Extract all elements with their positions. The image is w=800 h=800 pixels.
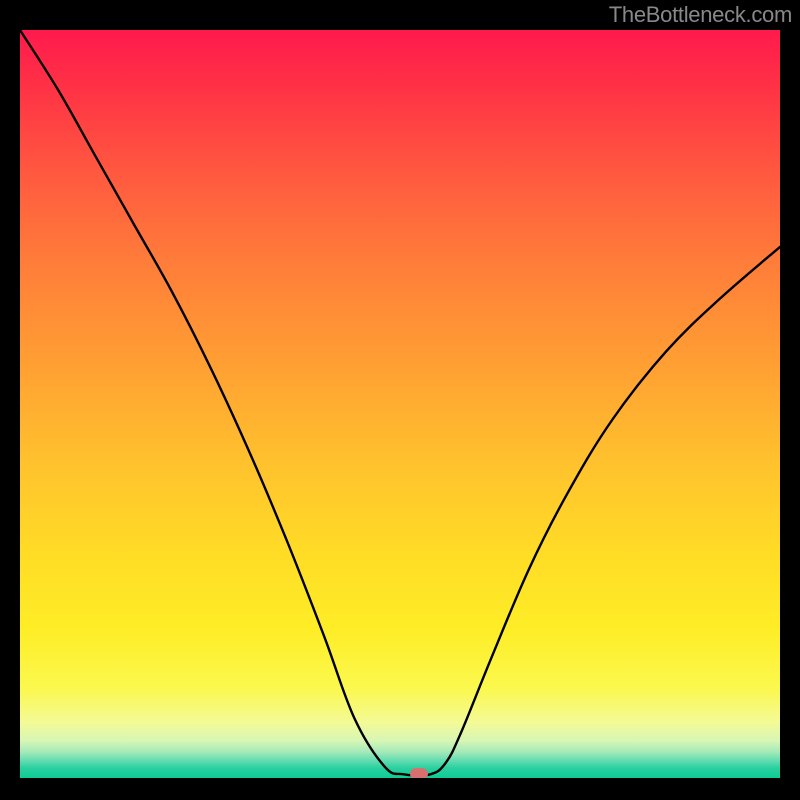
plot-area xyxy=(20,30,780,778)
attribution-text: TheBottleneck.com xyxy=(609,2,792,28)
bottleneck-curve xyxy=(20,30,780,778)
curve-path xyxy=(20,30,780,776)
optimal-point-marker xyxy=(410,768,428,778)
chart-frame: TheBottleneck.com xyxy=(0,0,800,800)
